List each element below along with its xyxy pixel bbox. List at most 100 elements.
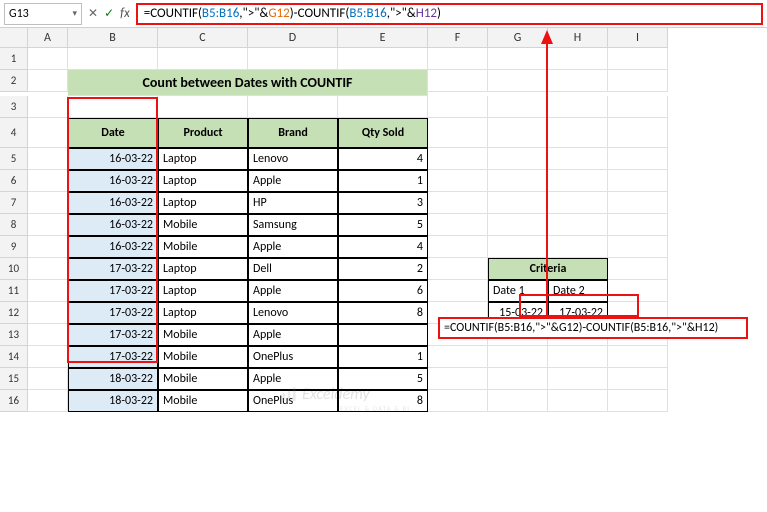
cell[interactable] [428, 214, 488, 236]
cell[interactable] [428, 390, 488, 412]
date-cell[interactable]: 16-03-22 [68, 148, 158, 170]
col-header[interactable]: B [68, 28, 158, 48]
cell[interactable] [548, 48, 608, 70]
cell[interactable] [488, 148, 548, 170]
cell[interactable] [28, 236, 68, 258]
cell[interactable] [548, 96, 608, 118]
select-all-corner[interactable] [0, 28, 28, 48]
cell[interactable] [428, 236, 488, 258]
date-cell[interactable]: 16-03-22 [68, 170, 158, 192]
brand-cell[interactable]: Lenovo [248, 302, 338, 324]
formula-input[interactable]: =COUNTIF(B5:B16,">"&G12)-COUNTIF(B5:B16,… [136, 3, 763, 25]
cancel-icon[interactable]: ✕ [88, 6, 98, 21]
cell[interactable] [488, 214, 548, 236]
col-header[interactable]: F [428, 28, 488, 48]
cell[interactable] [548, 70, 608, 92]
brand-cell[interactable]: HP [248, 192, 338, 214]
cell[interactable] [248, 96, 338, 118]
cell[interactable] [608, 258, 668, 280]
row-header[interactable]: 15 [0, 368, 28, 390]
brand-cell[interactable]: OnePlus [248, 346, 338, 368]
cell[interactable] [428, 368, 488, 390]
brand-cell[interactable]: Apple [248, 170, 338, 192]
title-cell[interactable]: Count between Dates with COUNTIF [68, 70, 428, 96]
row-header[interactable]: 10 [0, 258, 28, 280]
cell[interactable] [608, 368, 668, 390]
brand-cell[interactable]: Samsung [248, 214, 338, 236]
enter-icon[interactable]: ✓ [104, 6, 114, 21]
cell[interactable] [28, 214, 68, 236]
cell[interactable] [608, 346, 668, 368]
cell[interactable] [608, 148, 668, 170]
cell[interactable] [488, 48, 548, 70]
cell[interactable] [488, 236, 548, 258]
cell[interactable] [28, 148, 68, 170]
product-cell[interactable]: Laptop [158, 280, 248, 302]
cell[interactable] [158, 48, 248, 70]
cell[interactable] [488, 70, 548, 92]
row-header[interactable]: 5 [0, 148, 28, 170]
cell[interactable] [28, 96, 68, 118]
cell[interactable] [548, 192, 608, 214]
brand-cell[interactable]: Apple [248, 324, 338, 346]
qty-cell[interactable]: 5 [338, 214, 428, 236]
cell[interactable] [548, 390, 608, 412]
col-header[interactable]: I [608, 28, 668, 48]
cell[interactable] [608, 118, 668, 148]
cell[interactable] [548, 214, 608, 236]
cell[interactable] [608, 70, 668, 92]
row-header[interactable]: 14 [0, 346, 28, 368]
cell[interactable] [488, 390, 548, 412]
cell[interactable] [488, 346, 548, 368]
spreadsheet-grid[interactable]: A B C D E F G H I 1 2 Count between Date… [0, 28, 767, 412]
product-cell[interactable]: Laptop [158, 258, 248, 280]
cell[interactable] [428, 346, 488, 368]
brand-cell[interactable]: Dell [248, 258, 338, 280]
qty-cell[interactable]: 2 [338, 258, 428, 280]
col-header[interactable]: D [248, 28, 338, 48]
row-header[interactable]: 3 [0, 96, 28, 118]
qty-cell[interactable] [338, 324, 428, 346]
date-cell[interactable]: 16-03-22 [68, 192, 158, 214]
cell[interactable] [608, 280, 668, 302]
cell[interactable] [608, 170, 668, 192]
qty-cell[interactable]: 4 [338, 236, 428, 258]
brand-cell[interactable]: Apple [248, 236, 338, 258]
qty-cell[interactable]: 1 [338, 170, 428, 192]
product-cell[interactable]: Mobile [158, 346, 248, 368]
cell[interactable] [28, 368, 68, 390]
cell[interactable] [28, 346, 68, 368]
qty-cell[interactable]: 3 [338, 192, 428, 214]
name-box[interactable]: G13 ▾ [4, 3, 82, 25]
row-header[interactable]: 9 [0, 236, 28, 258]
cell[interactable] [428, 118, 488, 148]
col-header[interactable]: H [548, 28, 608, 48]
cell[interactable] [608, 48, 668, 70]
cell[interactable] [428, 192, 488, 214]
qty-cell[interactable]: 8 [338, 302, 428, 324]
cell[interactable] [428, 280, 488, 302]
row-header[interactable]: 13 [0, 324, 28, 346]
product-cell[interactable]: Laptop [158, 302, 248, 324]
cell[interactable] [28, 48, 68, 70]
date-cell[interactable]: 17-03-22 [68, 302, 158, 324]
col-header[interactable]: E [338, 28, 428, 48]
cell[interactable] [338, 96, 428, 118]
brand-cell[interactable]: Apple [248, 280, 338, 302]
date-cell[interactable]: 18-03-22 [68, 390, 158, 412]
cell[interactable] [158, 96, 248, 118]
cell[interactable] [28, 192, 68, 214]
qty-cell[interactable]: 6 [338, 280, 428, 302]
cell[interactable] [488, 96, 548, 118]
row-header[interactable]: 4 [0, 118, 28, 148]
cell[interactable] [28, 302, 68, 324]
cell[interactable] [68, 96, 158, 118]
row-header[interactable]: 6 [0, 170, 28, 192]
cell[interactable] [68, 48, 158, 70]
cell[interactable] [28, 258, 68, 280]
cell[interactable] [548, 148, 608, 170]
product-cell[interactable]: Laptop [158, 148, 248, 170]
date-cell[interactable]: 16-03-22 [68, 214, 158, 236]
product-cell[interactable]: Mobile [158, 214, 248, 236]
cell[interactable] [428, 70, 488, 92]
